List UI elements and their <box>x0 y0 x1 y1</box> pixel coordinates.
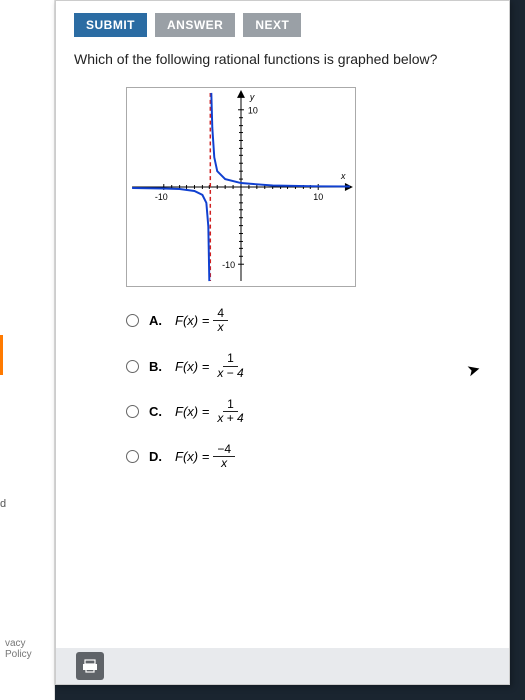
graph-svg: y x -10 10 10 -10 <box>127 88 355 286</box>
radio-d[interactable] <box>126 450 139 463</box>
option-c-label: C. <box>149 404 165 419</box>
pos10x-label: 10 <box>313 192 323 202</box>
option-d-formula: F(x) = −4x <box>175 443 235 470</box>
radio-c[interactable] <box>126 405 139 418</box>
main-panel: SUBMIT ANSWER NEXT Which of the followin… <box>55 0 510 685</box>
print-icon <box>82 658 98 674</box>
option-a-label: A. <box>149 313 165 328</box>
option-d-label: D. <box>149 449 165 464</box>
neg10x-label: -10 <box>155 192 168 202</box>
radio-a[interactable] <box>126 314 139 327</box>
option-a-formula: F(x) = 4x <box>175 307 228 334</box>
answer-button[interactable]: ANSWER <box>155 13 235 37</box>
neg10y-label: -10 <box>222 260 235 270</box>
option-b-label: B. <box>149 359 165 374</box>
privacy-link[interactable]: vacy Policy <box>5 638 54 660</box>
option-d[interactable]: D. F(x) = −4x <box>126 443 509 470</box>
sidebar-truncated-text: d <box>0 498 6 510</box>
graph: y x -10 10 10 -10 <box>126 87 356 287</box>
option-c[interactable]: C. F(x) = 1x + 4 <box>126 398 509 425</box>
left-sidebar: d vacy Policy <box>0 0 55 700</box>
radio-b[interactable] <box>126 360 139 373</box>
print-button[interactable] <box>76 652 104 680</box>
option-b[interactable]: B. F(x) = 1x − 4 <box>126 352 509 379</box>
x-axis-label: x <box>340 171 346 181</box>
options: A. F(x) = 4x B. F(x) = 1x − 4 C. F(x) = … <box>56 301 509 471</box>
buttons-row: SUBMIT ANSWER NEXT <box>56 1 509 45</box>
submit-button[interactable]: SUBMIT <box>74 13 147 37</box>
sidebar-accent <box>0 335 3 375</box>
question-text: Which of the following rational function… <box>56 45 509 79</box>
pos10y-label: 10 <box>248 106 258 116</box>
option-a[interactable]: A. F(x) = 4x <box>126 307 509 334</box>
option-c-formula: F(x) = 1x + 4 <box>175 398 248 425</box>
y-axis-label: y <box>249 92 255 102</box>
next-button[interactable]: NEXT <box>243 13 301 37</box>
option-b-formula: F(x) = 1x − 4 <box>175 352 248 379</box>
bottom-toolbar <box>56 648 509 684</box>
